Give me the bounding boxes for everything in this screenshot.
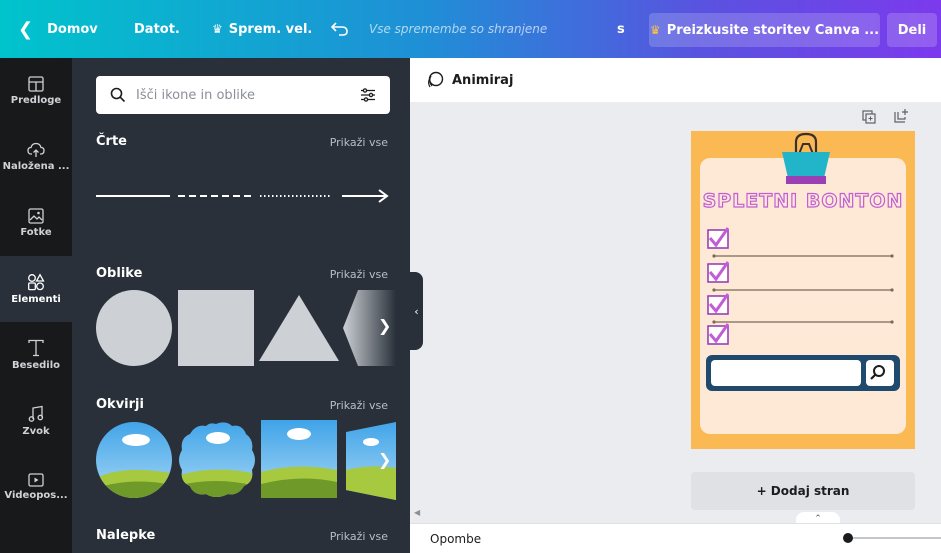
- arrow-line[interactable]: [342, 189, 389, 203]
- badge-frame[interactable]: [176, 420, 256, 500]
- add-page-icon[interactable]: [894, 108, 910, 124]
- rail-label: Zvok: [22, 426, 50, 437]
- shapes-row: [96, 290, 396, 366]
- circle-frame[interactable]: [96, 420, 176, 500]
- checkbox-item[interactable]: [707, 293, 894, 324]
- rail-item-uploads[interactable]: Naložena ...: [0, 124, 72, 190]
- try-canva-pro-label: Preizkusite storitev Canva ...: [666, 22, 880, 38]
- square-shape[interactable]: [178, 290, 254, 366]
- animate-label: Animiraj: [452, 72, 514, 88]
- rail-label: Besedilo: [11, 360, 61, 371]
- video-icon: [28, 473, 44, 487]
- square-frame[interactable]: [261, 420, 337, 498]
- rail-label: Videopos...: [4, 490, 68, 501]
- design-search-bar[interactable]: [706, 355, 900, 391]
- checklist: [707, 227, 894, 345]
- triangle-shape[interactable]: [259, 295, 339, 361]
- templates-icon: [28, 76, 44, 92]
- collapse-panel-button[interactable]: ‹: [410, 272, 423, 350]
- filter-icon[interactable]: [360, 88, 376, 102]
- search-placeholder: Išči ikone in oblike: [136, 87, 255, 103]
- show-all-frames-link[interactable]: Prikaži vse: [330, 399, 388, 412]
- rail-item-photos[interactable]: Fotke: [0, 190, 72, 256]
- audio-icon: [28, 405, 44, 422]
- rail-item-video[interactable]: Videopos...: [0, 454, 72, 520]
- notes-button[interactable]: Opombe: [430, 532, 481, 546]
- photos-icon: [28, 208, 44, 224]
- left-rail: Predloge Naložena ... Fotke Elementi Bes…: [0, 58, 72, 553]
- frames-row: [96, 420, 396, 500]
- animate-icon: [428, 71, 444, 88]
- editor-toolbar: Animiraj: [410, 58, 941, 102]
- rail-label: Fotke: [20, 227, 52, 238]
- zoom-slider-handle[interactable]: [843, 533, 853, 543]
- search-icon: [110, 87, 126, 103]
- elements-panel: Išči ikone in oblike Črte Prikaži vse Ob…: [72, 58, 410, 553]
- elements-icon: [28, 273, 45, 291]
- rail-item-templates[interactable]: Predloge: [0, 58, 72, 124]
- chevron-right-icon[interactable]: ❯: [378, 316, 391, 335]
- rail-label: Elementi: [11, 294, 61, 305]
- duplicate-page-icon[interactable]: [862, 110, 876, 124]
- binder-clip-icon: [782, 132, 830, 184]
- try-canva-pro-button[interactable]: ♛ Preizkusite storitev Canva ...: [649, 13, 880, 47]
- save-status: Vse spremembe so shranjene: [369, 22, 548, 36]
- share-button[interactable]: Deli: [887, 13, 937, 47]
- rail-item-audio[interactable]: Zvok: [0, 388, 72, 454]
- rail-item-elements[interactable]: Elementi: [0, 256, 72, 322]
- resize-button[interactable]: ♛ Sprem. vel.: [212, 0, 312, 58]
- show-all-lines-link[interactable]: Prikaži vse: [330, 136, 388, 149]
- add-page-button[interactable]: + Dodaj stran: [691, 472, 915, 510]
- section-title-shapes: Oblike: [96, 266, 143, 281]
- scroll-left-icon[interactable]: ◀: [414, 508, 420, 517]
- section-title-stickers: Nalepke: [96, 528, 156, 543]
- home-button[interactable]: ❮ Domov: [18, 0, 98, 58]
- chevron-left-icon: ‹: [414, 304, 419, 318]
- undo-button[interactable]: [331, 0, 349, 58]
- zoom-slider-track[interactable]: [846, 537, 941, 539]
- user-avatar[interactable]: s: [617, 0, 625, 58]
- rail-item-text[interactable]: Besedilo: [0, 322, 72, 388]
- design-title[interactable]: SPLETNI BONTON: [700, 189, 906, 212]
- animate-button[interactable]: Animiraj: [426, 71, 513, 89]
- show-all-shapes-link[interactable]: Prikaži vse: [330, 268, 388, 281]
- top-bar: ❮ Domov Datot. ♛ Sprem. vel. Vse spremem…: [0, 0, 941, 58]
- upload-icon: [27, 142, 45, 157]
- checkbox-item[interactable]: [707, 227, 894, 258]
- file-menu[interactable]: Datot.: [134, 0, 180, 58]
- section-title-frames: Okvirji: [96, 397, 144, 412]
- lines-row: [96, 189, 389, 203]
- home-label: Domov: [47, 21, 98, 37]
- notes-bar: Opombe: [410, 523, 941, 553]
- resize-label: Sprem. vel.: [228, 21, 313, 37]
- chevron-right-icon[interactable]: ❯: [378, 450, 391, 469]
- rail-label: Naložena ...: [2, 161, 70, 172]
- checkbox-item[interactable]: [707, 323, 730, 345]
- chevron-left-icon: ❮: [18, 18, 34, 40]
- crown-icon: ♛: [212, 22, 223, 36]
- undo-icon: [331, 22, 348, 36]
- checkbox-item[interactable]: [707, 261, 894, 292]
- crown-icon: ♛: [649, 23, 661, 37]
- search-input[interactable]: Išči ikone in oblike: [96, 76, 390, 114]
- circle-shape[interactable]: [96, 290, 172, 366]
- text-icon: [28, 339, 44, 357]
- rail-label: Predloge: [10, 95, 62, 106]
- section-title-lines: Črte: [96, 134, 127, 149]
- show-all-stickers-link[interactable]: Prikaži vse: [330, 530, 388, 543]
